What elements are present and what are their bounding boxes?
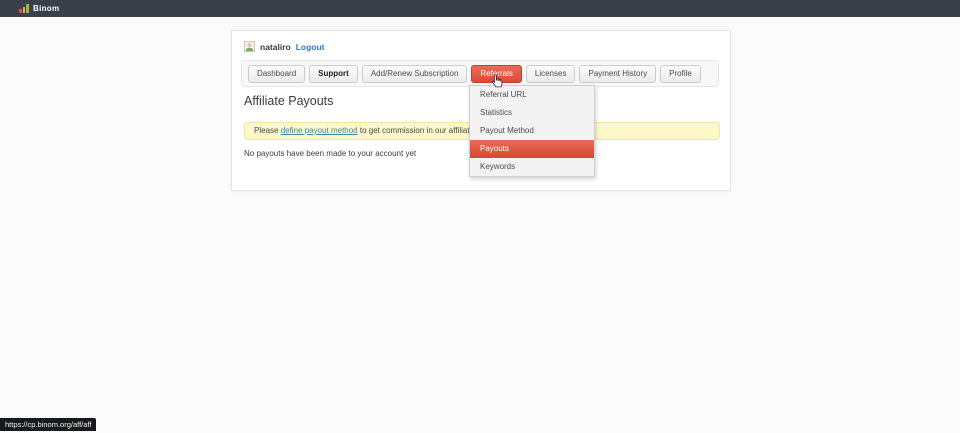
logout-link[interactable]: Logout [296, 42, 325, 52]
alert-text-before: Please [254, 126, 281, 135]
brand-title: Binom [33, 4, 59, 13]
tab-profile[interactable]: Profile [660, 65, 701, 83]
topbar: Binom [0, 0, 960, 17]
empty-message: No payouts have been made to your accoun… [244, 149, 416, 158]
tab-support[interactable]: Support [309, 65, 358, 83]
tab-dashboard[interactable]: Dashboard [248, 65, 305, 83]
tab-add-renew-subscription[interactable]: Add/Renew Subscription [362, 65, 468, 83]
status-url-bar: https://cp.binom.org/aff/aff [0, 418, 96, 431]
binom-logo-icon [19, 4, 30, 13]
nav-tabs: Dashboard Support Add/Renew Subscription… [241, 60, 719, 87]
user-avatar-icon [244, 41, 255, 52]
menu-item-payouts[interactable]: Payouts [470, 140, 594, 158]
username: nataliro [260, 42, 291, 52]
user-row: nataliro Logout [244, 40, 325, 53]
referrals-dropdown-menu: Referral URL Statistics Payout Method Pa… [469, 85, 595, 177]
define-payout-method-link[interactable]: define payout method [281, 126, 358, 135]
tab-payment-history[interactable]: Payment History [579, 65, 656, 83]
menu-item-statistics[interactable]: Statistics [470, 104, 594, 122]
tab-licenses[interactable]: Licenses [526, 65, 576, 83]
status-url: https://cp.binom.org/aff/aff [5, 420, 91, 429]
menu-item-referral-url[interactable]: Referral URL [470, 86, 594, 104]
mouse-pointer-hand-icon [491, 74, 504, 94]
page-title: Affiliate Payouts [244, 94, 333, 108]
menu-item-keywords[interactable]: Keywords [470, 158, 594, 176]
menu-item-payout-method[interactable]: Payout Method [470, 122, 594, 140]
